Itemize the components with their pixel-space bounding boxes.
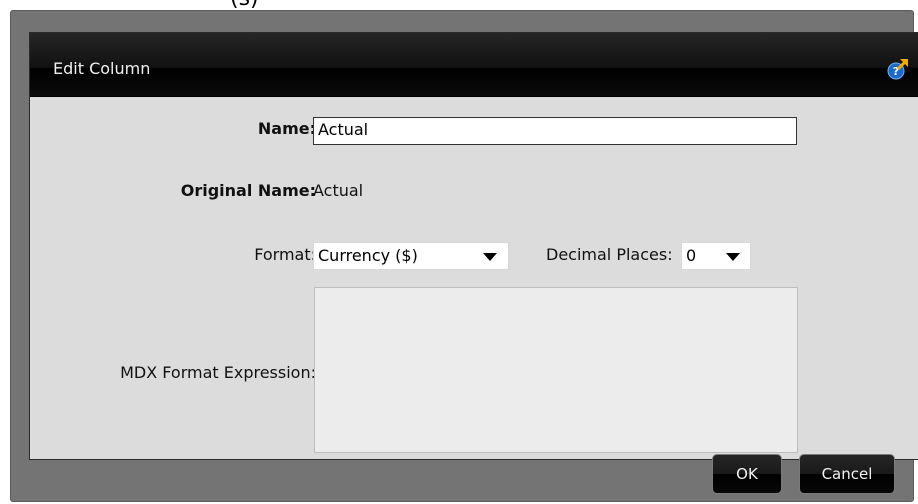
help-question-icon[interactable]: ? (886, 57, 910, 81)
name-input[interactable]: Actual (313, 117, 797, 145)
format-label: Format: (254, 245, 316, 264)
name-label: Name: (257, 119, 316, 138)
edit-column-dialog: Edit Column ? Name: Actual Original Name… (10, 10, 918, 502)
dialog-content-panel: Edit Column ? Name: Actual Original Name… (29, 32, 918, 460)
chevron-down-icon (726, 253, 740, 261)
decimal-places-label: Decimal Places: (546, 245, 673, 264)
chevron-down-icon (483, 253, 497, 261)
format-select[interactable]: Currency ($) (313, 242, 509, 270)
cancel-button[interactable]: Cancel (799, 454, 895, 494)
mdx-format-expression-label: MDX Format Expression: (120, 363, 316, 382)
dialog-title-bar: Edit Column ? (30, 33, 918, 97)
ok-button[interactable]: OK (712, 454, 782, 494)
format-selected-value: Currency ($) (318, 246, 418, 265)
mdx-format-expression-textarea[interactable] (314, 287, 798, 453)
original-name-value: Actual (313, 181, 364, 200)
original-name-label: Original Name: (180, 181, 316, 200)
decimal-places-selected-value: 0 (686, 246, 697, 265)
dialog-title: Edit Column (53, 59, 151, 78)
decimal-places-select[interactable]: 0 (681, 242, 751, 270)
